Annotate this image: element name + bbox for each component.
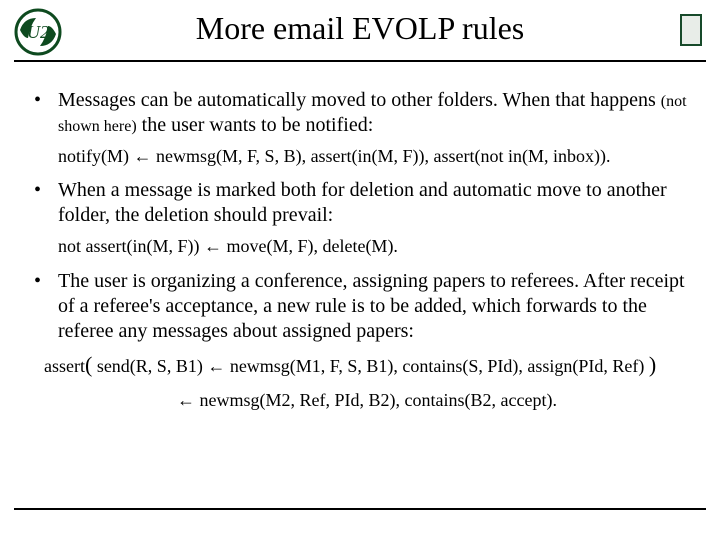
- bullet-2: When a message is marked both for deleti…: [34, 178, 700, 228]
- code-1: notify(M) ← newmsg(M, F, S, B), assert(i…: [58, 144, 700, 168]
- code-3a: assert( send(R, S, B1) ← newmsg(M1, F, S…: [44, 350, 700, 380]
- bullet-3: The user is organizing a conference, ass…: [34, 269, 700, 344]
- next-slide-button[interactable]: [680, 14, 702, 46]
- header: U2 More email EVOLP rules: [0, 0, 720, 70]
- close-paren: ): [649, 352, 656, 377]
- slide: U2 More email EVOLP rules Messages can b…: [0, 0, 720, 540]
- code-3a-body: send(R, S, B1) ← newmsg(M1, F, S, B1), c…: [92, 356, 649, 376]
- assert-keyword: assert: [44, 356, 85, 376]
- bullet-1-text-a: Messages can be automatically moved to o…: [58, 89, 661, 111]
- slide-body: Messages can be automatically moved to o…: [34, 78, 700, 412]
- code-3b: ← newmsg(M2, Ref, PId, B2), contains(B2,…: [34, 389, 700, 412]
- code-2: not assert(in(M, F)) ← move(M, F), delet…: [58, 234, 700, 258]
- bullet-1-text-b: the user wants to be notified:: [137, 114, 374, 136]
- slide-title: More email EVOLP rules: [0, 10, 720, 47]
- divider-bottom: [14, 508, 706, 510]
- bullet-1: Messages can be automatically moved to o…: [34, 88, 700, 138]
- divider-top: [14, 60, 706, 62]
